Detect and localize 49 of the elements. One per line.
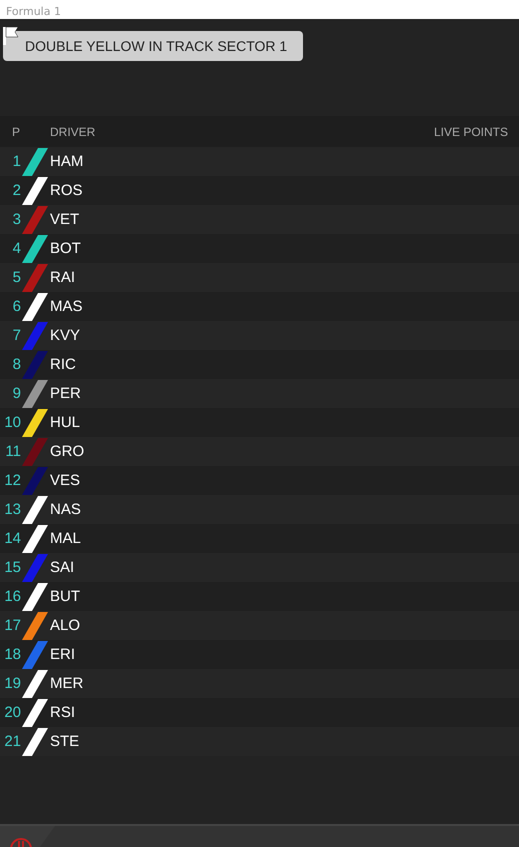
position-cell-text: 18 [3, 646, 21, 663]
position-cell-text: 19 [3, 675, 21, 692]
position-cell-text: 6 [12, 298, 21, 315]
position-cell-text: 15 [3, 559, 21, 576]
driver-cell-text: ERI [49, 646, 76, 663]
position-cell-text: 14 [3, 530, 21, 547]
driver-cell-text: RIC [49, 356, 76, 373]
driver-cell-text: GRO [49, 443, 84, 460]
driver-cell-text: SAI [49, 559, 74, 576]
position-cell-text: 5 [12, 269, 21, 286]
driver-cell-text: HAM [49, 153, 84, 170]
driver-cell-text: ROS [49, 182, 83, 199]
column-header: LIVE POINTS [434, 124, 509, 138]
driver-cell-text: RAI [49, 269, 76, 286]
driver-cell-text: MAL [49, 530, 81, 547]
driver-cell-text: RSI [49, 704, 76, 721]
position-cell-text: 9 [12, 385, 21, 402]
driver-cell-text: BUT [49, 588, 80, 605]
driver-cell-text: NAS [49, 501, 81, 518]
position-cell-text: 1 [12, 153, 21, 170]
position-cell-text: 12 [3, 472, 21, 489]
notification-banner: DOUBLE YELLOW IN TRACK SECTOR 1 [3, 31, 303, 61]
driver-cell-text: MER [49, 675, 84, 692]
column-header: P [11, 124, 22, 138]
position-cell-text: 11 [4, 443, 21, 460]
position-cell-text: 3 [12, 211, 21, 228]
driver-cell-text: MAS [49, 298, 83, 315]
driver-cell-text: STE [49, 733, 80, 750]
window-title: Formula 1 [5, 5, 61, 19]
position-cell-text: 16 [3, 588, 21, 605]
driver-cell-text: PER [49, 385, 81, 402]
driver-cell-text: ALO [49, 617, 80, 634]
position-cell-text: 17 [3, 617, 21, 634]
position-cell-text: 13 [3, 501, 21, 518]
position-cell-text: 21 [3, 733, 21, 750]
position-cell-text: 4 [12, 240, 21, 257]
position-cell-text: 8 [12, 356, 21, 373]
position-cell-text: 10 [3, 414, 21, 431]
column-header: DRIVER [49, 124, 96, 138]
driver-cell-text: VET [49, 211, 80, 228]
driver-cell-text: HUL [49, 414, 80, 431]
position-cell-text: 7 [12, 327, 21, 344]
driver-cell-text: BOT [49, 240, 81, 257]
driver-cell-text: KVY [49, 327, 80, 344]
position-cell-text: 20 [3, 704, 21, 721]
position-cell-text: 2 [12, 182, 21, 199]
driver-cell-text: VES [49, 472, 80, 489]
footer-tab[interactable] [0, 826, 55, 847]
power-icon[interactable] [9, 837, 33, 847]
